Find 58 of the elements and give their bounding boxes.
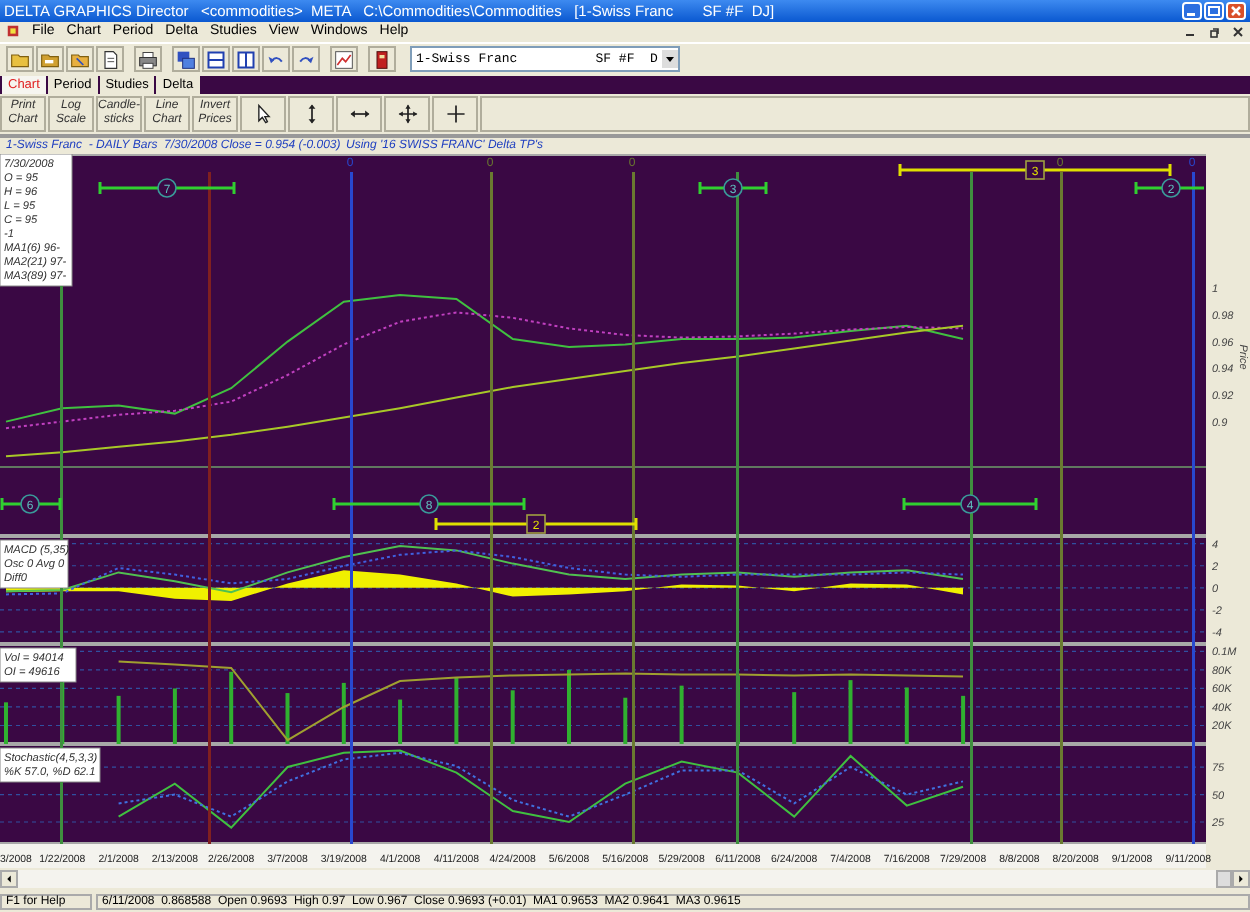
volume-bar <box>510 691 515 745</box>
printer-icon <box>138 50 158 71</box>
split-vertical-icon <box>236 50 256 71</box>
chart-icon <box>334 50 354 71</box>
scroll-left-icon[interactable] <box>0 870 18 889</box>
exit-button[interactable] <box>368 46 396 73</box>
horizontal-arrows-button[interactable] <box>336 95 382 132</box>
folder-icon <box>10 50 30 71</box>
legend-box <box>0 648 77 684</box>
print-button[interactable] <box>134 46 162 73</box>
legend-box <box>0 748 101 784</box>
volume-bar <box>792 692 797 745</box>
split-horizontal-button[interactable] <box>202 46 230 73</box>
maximize-icon[interactable] <box>1204 1 1224 20</box>
minimize-icon[interactable] <box>1182 1 1202 20</box>
volume-bar <box>398 700 403 745</box>
move-arrows-button[interactable] <box>384 95 430 132</box>
volume-bar <box>904 688 909 745</box>
volume-bar <box>341 683 346 745</box>
legend-box <box>0 540 69 590</box>
volume-bar <box>735 676 740 745</box>
folder-button[interactable] <box>36 46 64 73</box>
folder-button[interactable] <box>66 46 94 73</box>
caret-icon <box>662 50 678 69</box>
volume-bar <box>172 689 177 745</box>
restore-icon[interactable] <box>1208 25 1220 38</box>
page-button[interactable] <box>96 46 124 73</box>
split-vertical-button[interactable] <box>232 46 260 73</box>
scroll-thumb[interactable] <box>1216 870 1232 889</box>
volume-bar <box>679 686 684 745</box>
pointer-tool-button[interactable] <box>240 95 286 132</box>
page-icon <box>100 50 120 71</box>
chart-button[interactable] <box>330 46 358 73</box>
redo-button[interactable] <box>292 46 320 73</box>
move-arrows-icon <box>395 101 419 126</box>
folder-icon <box>70 50 90 71</box>
close-icon[interactable] <box>1232 25 1244 38</box>
crosshair-icon <box>443 101 467 126</box>
windows-button[interactable] <box>172 46 200 73</box>
scroll-right-icon[interactable] <box>1232 870 1250 889</box>
crosshair-button[interactable] <box>432 95 478 132</box>
volume-bar <box>285 693 290 745</box>
legend-box <box>0 154 73 288</box>
open-folder-button[interactable] <box>6 46 34 73</box>
app-icon[interactable] <box>6 24 20 39</box>
undo-button[interactable] <box>262 46 290 73</box>
volume-bar <box>848 680 853 745</box>
volume-bar <box>623 698 628 745</box>
volume-bar <box>229 672 234 745</box>
vertical-arrows-button[interactable] <box>288 95 334 132</box>
volume-bar <box>116 696 121 745</box>
volume-bar <box>454 678 459 745</box>
windows-icon <box>176 50 196 71</box>
split-horizontal-icon <box>206 50 226 71</box>
horizontal-scrollbar[interactable] <box>0 870 1250 889</box>
door-icon <box>372 50 392 71</box>
volume-bar <box>961 696 966 745</box>
folder-icon <box>40 50 60 71</box>
